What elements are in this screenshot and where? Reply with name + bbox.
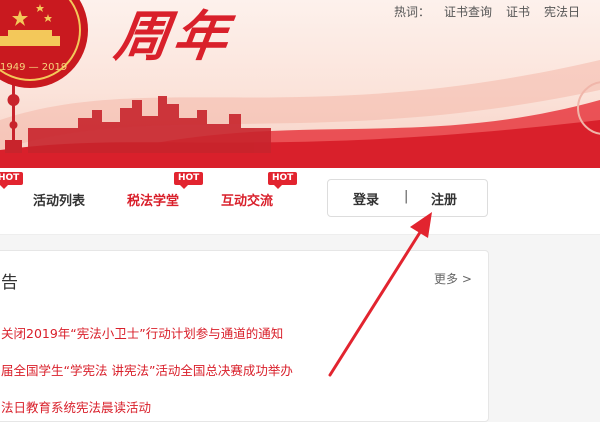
hotwords-bar: 热词： 证书查询 证书 宪法日 — [394, 3, 580, 20]
auth-divider: | — [404, 189, 409, 204]
notice-panel: 告 更多 > 关闭2019年“宪法小卫士”行动计划参与通道的通知 届全国学生“学… — [0, 250, 489, 422]
hot-badge: HOT — [268, 172, 298, 189]
seal-years: 1949 — 2019 — [0, 62, 68, 73]
hotwords-label: 热词： — [394, 5, 431, 19]
nav-interaction[interactable]: 互动交流 — [221, 190, 273, 209]
auth-box: 登录 | 注册 — [327, 179, 488, 217]
nav-activity-list[interactable]: 活动列表 — [33, 190, 85, 209]
hotword-certificate-query[interactable]: 证书查询 — [444, 3, 492, 20]
panel-title: 告 — [1, 273, 18, 293]
hot-badge: HOT — [174, 172, 204, 189]
news-item[interactable]: 届全国学生“学宪法 讲宪法”活动全国总决赛成功举办 — [1, 360, 293, 379]
hotword-certificate[interactable]: 证书 — [506, 3, 530, 20]
header-banner: 1949 — 2019 周年 热词： 证书查询 证书 宪法日 — [0, 0, 600, 168]
hotword-constitution-day[interactable]: 宪法日 — [544, 3, 580, 20]
hot-badge: HOT — [0, 172, 24, 189]
anniversary-title: 周年 — [110, 5, 236, 68]
more-link[interactable]: 更多 > — [434, 270, 472, 287]
login-button[interactable]: 登录 — [353, 189, 379, 208]
news-item[interactable]: 关闭2019年“宪法小卫士”行动计划参与通道的通知 — [1, 323, 283, 342]
nav-tax-law-class[interactable]: 税法学堂 — [127, 190, 179, 209]
main-nav: HOT 活动列表 HOT 税法学堂 HOT 互动交流 — [0, 168, 600, 235]
register-button[interactable]: 注册 — [431, 189, 457, 208]
banner-illustration — [0, 0, 600, 168]
news-item[interactable]: 法日教育系统宪法晨读活动 — [1, 397, 151, 416]
